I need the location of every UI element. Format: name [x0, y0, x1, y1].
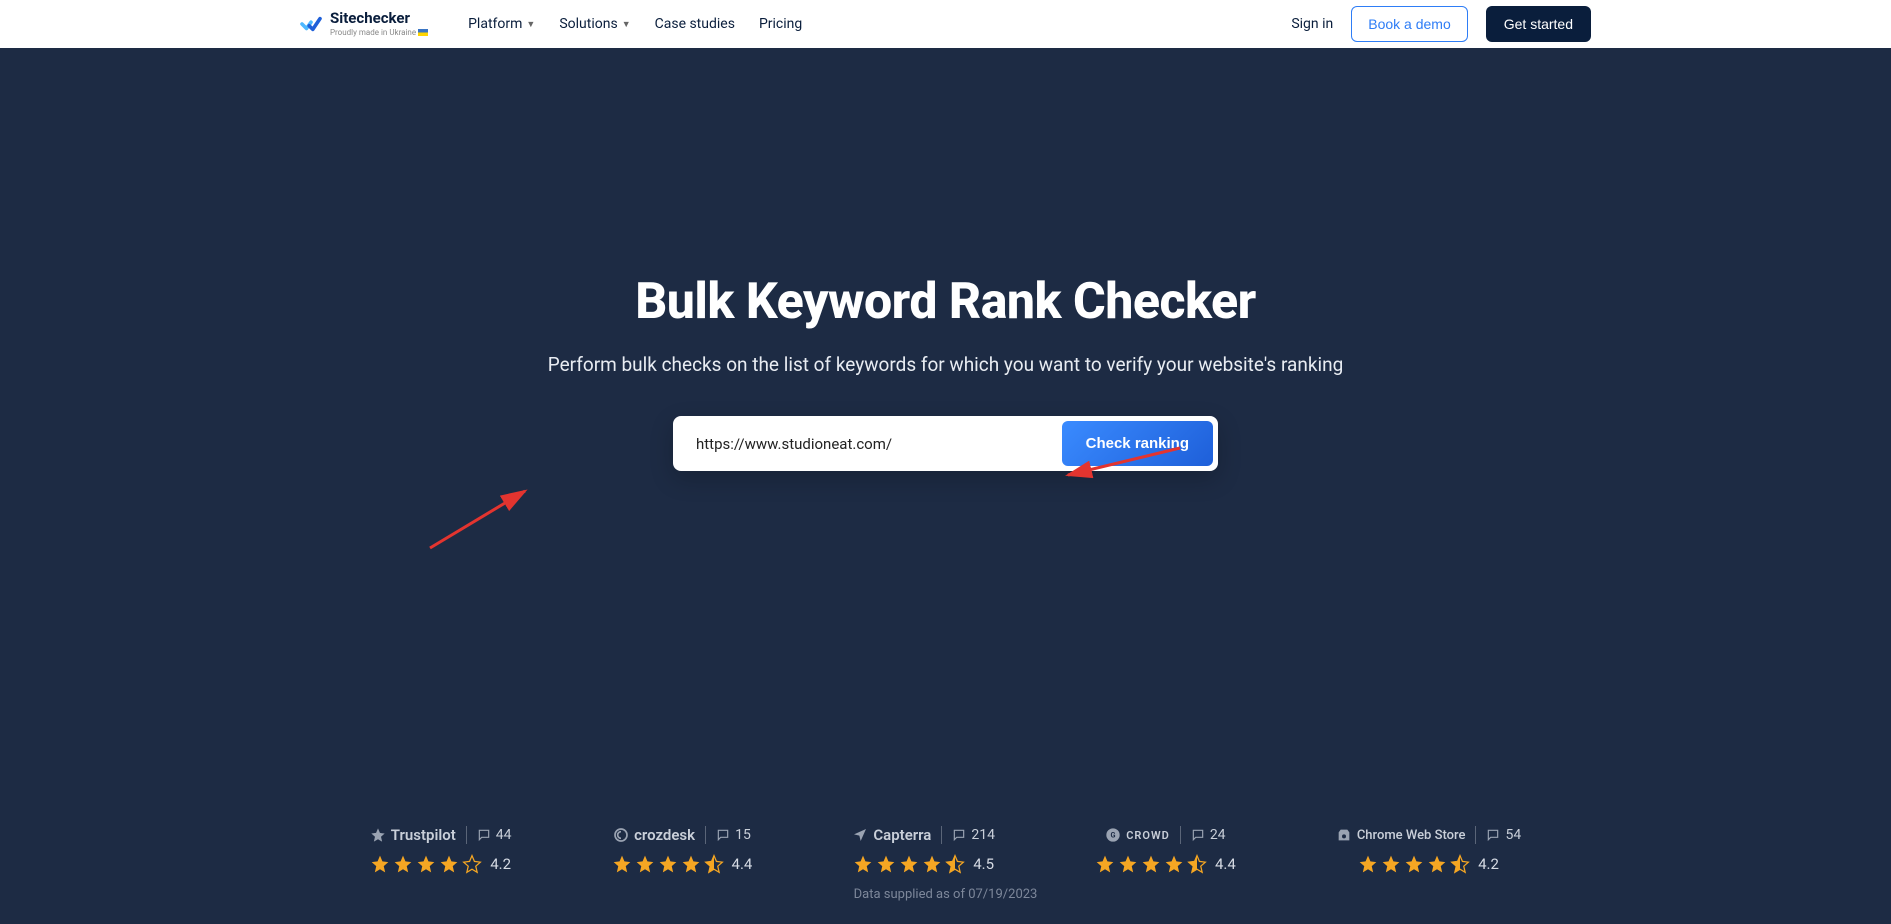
logo[interactable]: Sitechecker Proudly made in Ukraine [300, 11, 428, 37]
brand-name: Sitechecker [330, 11, 428, 26]
signin-link[interactable]: Sign in [1291, 16, 1333, 32]
comment-icon [716, 828, 730, 842]
chevron-down-icon: ▼ [526, 19, 535, 30]
review-count: 214 [952, 827, 995, 843]
star-icon [681, 854, 701, 874]
review-chrome-web-store[interactable]: Chrome Web Store 54 4.2 [1336, 826, 1521, 874]
star-rating: 4.4 [1095, 854, 1236, 874]
main-nav: Platform▼ Solutions▼ Case studies Pricin… [468, 16, 802, 32]
nav-case-studies[interactable]: Case studies [655, 16, 735, 32]
star-icon [1118, 854, 1138, 874]
star-icon [1164, 854, 1184, 874]
check-ranking-button[interactable]: Check ranking [1062, 421, 1213, 466]
nav-pricing[interactable]: Pricing [759, 16, 802, 32]
star-icon [1358, 854, 1378, 874]
star-icon [704, 854, 724, 874]
data-supplied-note: Data supplied as of 07/19/2023 [0, 887, 1891, 902]
capterra-logo: Capterra [852, 826, 931, 844]
url-check-form: Check ranking [673, 416, 1218, 471]
comment-icon [1486, 828, 1500, 842]
review-trustpilot[interactable]: Trustpilot 44 4.2 [370, 826, 512, 874]
comment-icon [1191, 828, 1205, 842]
comment-icon [477, 828, 491, 842]
star-icon [1141, 854, 1161, 874]
star-icon [370, 854, 390, 874]
star-icon [393, 854, 413, 874]
get-started-button[interactable]: Get started [1486, 6, 1591, 42]
brand-tagline: Proudly made in Ukraine [330, 28, 428, 37]
chevron-down-icon: ▼ [622, 19, 631, 30]
star-icon [1427, 854, 1447, 874]
star-icon [1187, 854, 1207, 874]
nav-solutions[interactable]: Solutions▼ [559, 16, 630, 32]
review-count: 24 [1191, 827, 1226, 843]
main-header: Sitechecker Proudly made in Ukraine Plat… [0, 0, 1891, 48]
review-capterra[interactable]: Capterra 214 4.5 [852, 826, 995, 874]
star-icon [439, 854, 459, 874]
star-icon [876, 854, 896, 874]
star-icon [1381, 854, 1401, 874]
star-icon [899, 854, 919, 874]
page-subtitle: Perform bulk checks on the list of keywo… [0, 353, 1891, 376]
review-count: 44 [477, 827, 512, 843]
review-count: 54 [1486, 827, 1521, 843]
url-input[interactable] [678, 423, 1062, 465]
review-crozdesk[interactable]: crozdesk 15 4.4 [612, 826, 753, 874]
star-icon [658, 854, 678, 874]
review-g2crowd[interactable]: G CROWD 24 4.4 [1095, 826, 1236, 874]
star-icon [922, 854, 942, 874]
capterra-arrow-icon [852, 827, 868, 843]
star-rating: 4.2 [370, 854, 511, 874]
trustpilot-logo: Trustpilot [370, 826, 456, 844]
star-icon [1450, 854, 1470, 874]
star-rating: 4.5 [853, 854, 994, 874]
book-demo-button[interactable]: Book a demo [1351, 6, 1468, 42]
sitechecker-logo-icon [300, 15, 322, 33]
ukraine-flag-icon [418, 29, 428, 36]
chrome-web-store-logo: Chrome Web Store [1336, 827, 1466, 843]
header-actions: Sign in Book a demo Get started [1291, 6, 1591, 42]
crozdesk-icon [613, 827, 629, 843]
star-icon [945, 854, 965, 874]
svg-text:G: G [1111, 831, 1116, 840]
chrome-store-icon [1336, 827, 1352, 843]
star-icon [1095, 854, 1115, 874]
star-rating: 4.2 [1358, 854, 1499, 874]
star-icon [1404, 854, 1424, 874]
page-title: Bulk Keyword Rank Checker [0, 273, 1891, 331]
trustpilot-star-icon [370, 827, 386, 843]
star-icon [612, 854, 632, 874]
nav-platform[interactable]: Platform▼ [468, 16, 535, 32]
comment-icon [952, 828, 966, 842]
crozdesk-logo: crozdesk [613, 826, 695, 844]
g2-icon: G [1105, 827, 1121, 843]
star-icon [462, 854, 482, 874]
star-icon [416, 854, 436, 874]
star-rating: 4.4 [612, 854, 753, 874]
reviews-row: Trustpilot 44 4.2 crozdesk 15 [0, 826, 1891, 874]
g2crowd-logo: G CROWD [1105, 827, 1170, 843]
logo-text: Sitechecker Proudly made in Ukraine [330, 11, 428, 37]
hero-section: Bulk Keyword Rank Checker Perform bulk c… [0, 48, 1891, 924]
star-icon [853, 854, 873, 874]
star-icon [635, 854, 655, 874]
review-count: 15 [716, 827, 751, 843]
annotation-arrow-left [425, 483, 535, 553]
